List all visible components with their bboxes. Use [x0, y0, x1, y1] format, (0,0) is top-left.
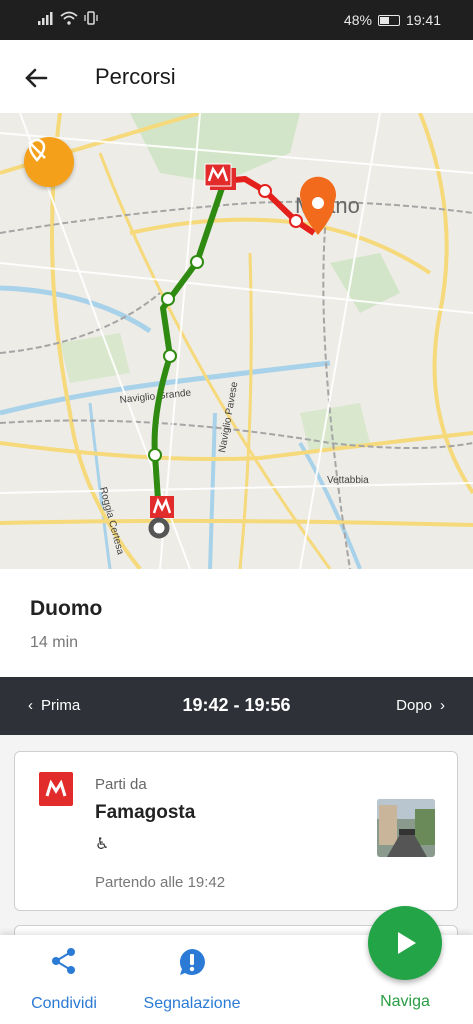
- navigate-label: Naviga: [380, 993, 430, 1010]
- station-name: Famagosta: [95, 802, 196, 823]
- destination-summary: Duomo 14 min: [0, 569, 473, 677]
- location-off-button[interactable]: [24, 137, 74, 187]
- metro-logo-icon: [39, 772, 73, 806]
- wheelchair-icon: ♿: [95, 836, 110, 853]
- start-point-icon: [148, 517, 170, 539]
- station-photo[interactable]: [377, 799, 435, 857]
- route-step-card[interactable]: Parti da Famagosta ♿ Partendo alle 19:42: [14, 751, 458, 911]
- report-bubble-icon: [179, 949, 205, 975]
- vibrate-icon: [84, 11, 98, 25]
- time-selector: ‹ Prima 19:42 - 19:56 Dopo ›: [0, 677, 473, 735]
- clock: 19:41: [405, 12, 441, 28]
- report-label: Segnalazione: [143, 995, 241, 1012]
- share-button[interactable]: Condividi: [26, 947, 102, 1013]
- route-map[interactable]: Milano Naviglio Grande Naviglio Pavese R…: [0, 113, 473, 569]
- location-off-icon: [28, 138, 46, 162]
- chevron-right-icon: ›: [440, 697, 445, 714]
- trip-duration: 14 min: [30, 634, 79, 651]
- step-label: Parti da: [95, 776, 147, 793]
- play-icon: [398, 932, 416, 954]
- app-bar: Percorsi: [0, 40, 473, 113]
- battery-percent: 48%: [343, 12, 372, 28]
- battery-icon: [377, 14, 400, 26]
- status-bar: 48% 19:41: [0, 0, 473, 40]
- map-street-label: Naviglio Pavese: [217, 381, 240, 454]
- departure-time: Partendo alle 19:42: [95, 874, 226, 891]
- report-button[interactable]: Segnalazione: [138, 947, 246, 1013]
- destination-name: Duomo: [30, 597, 103, 620]
- share-icon: [52, 948, 75, 974]
- route-steps-list[interactable]: Parti da Famagosta ♿ Partendo alle 19:42: [0, 735, 473, 965]
- signal-icon: [38, 12, 53, 25]
- page-title: Percorsi: [95, 64, 176, 89]
- next-label: Dopo: [396, 697, 432, 714]
- map-street-label: Vettabbia: [327, 475, 369, 486]
- metro-marker-icon: [150, 496, 174, 518]
- share-label: Condividi: [31, 995, 97, 1012]
- back-arrow-icon[interactable]: [20, 62, 52, 94]
- wifi-icon: [60, 11, 78, 25]
- navigate-fab[interactable]: [368, 906, 442, 980]
- metro-marker-icon: [204, 163, 236, 190]
- next-trip-button[interactable]: Dopo ›: [396, 697, 445, 714]
